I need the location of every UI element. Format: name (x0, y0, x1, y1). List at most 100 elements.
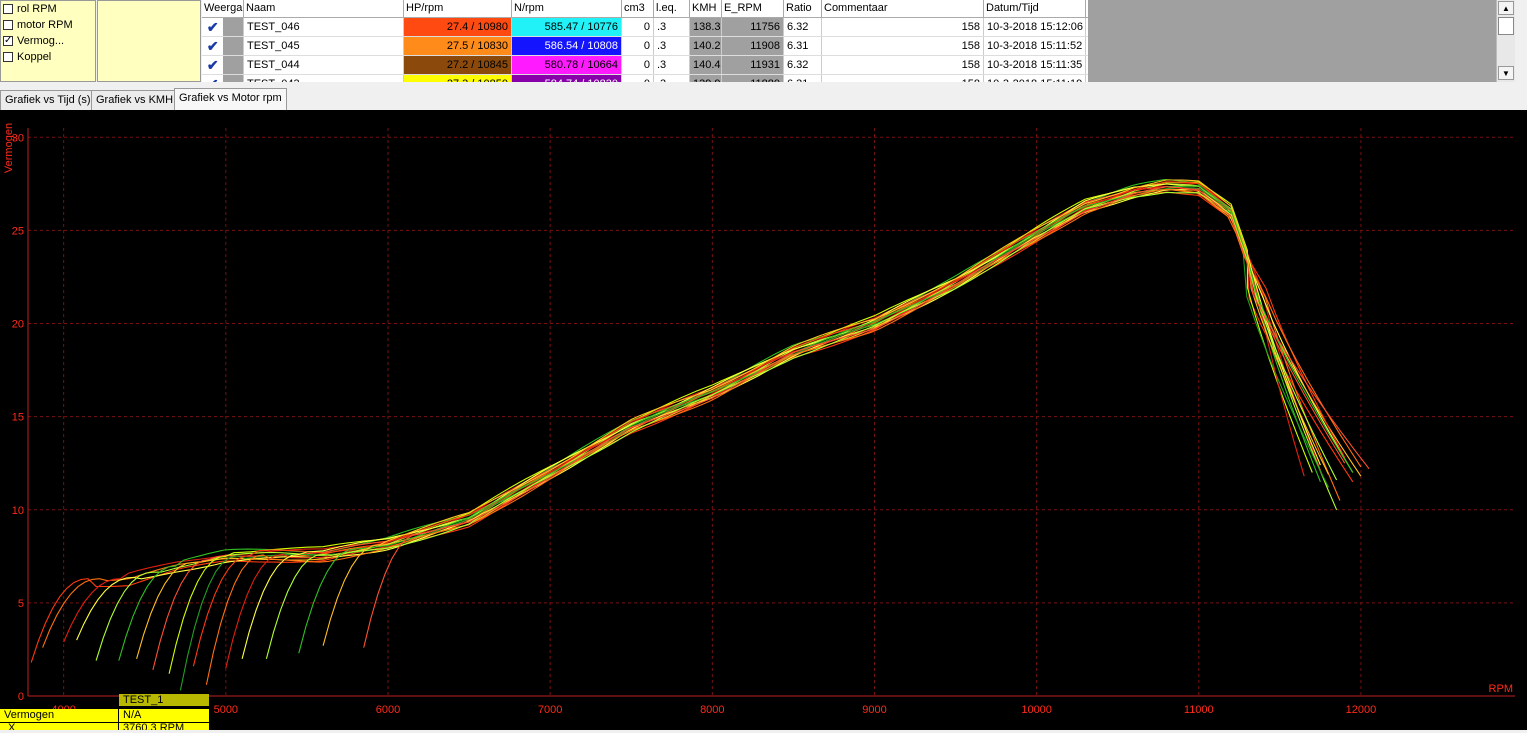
table-row[interactable]: ✔ TEST_044 27.2 / 10845 580.78 / 10664 0.3 14… (202, 56, 1088, 75)
channel-option[interactable]: rol RPM (1, 1, 95, 17)
checkbox-icon[interactable] (3, 52, 13, 62)
table-cell: 140.2 (690, 37, 722, 55)
table-row[interactable]: ✔ TEST_04327.3 / 10850584.74 / 108300.313… (202, 75, 1088, 82)
x-tick-label: 10000 (1021, 704, 1052, 716)
column-header[interactable]: KMH (690, 0, 722, 17)
column-header[interactable]: E_RPM (722, 0, 784, 17)
table-cell: 11908 (722, 37, 784, 55)
channel-option[interactable]: ✓ Vermog... (1, 33, 95, 49)
scroll-up-icon[interactable]: ▲ (1498, 1, 1514, 15)
tab-bar: Grafiek vs Tijd (s) Grafiek vs KMH Grafiek… (0, 88, 1527, 111)
color-swatch (223, 56, 243, 74)
selector-spacer (97, 0, 201, 82)
series-line (225, 185, 1305, 669)
x-tick-label: 11000 (1184, 704, 1214, 716)
column-header[interactable]: cm3 (622, 0, 654, 17)
table-cell: 0 (622, 18, 654, 36)
table-cell: 139.9 (690, 75, 722, 82)
series-line (95, 183, 1338, 661)
check-icon[interactable]: ✔ (202, 75, 223, 82)
series-line (30, 191, 1354, 663)
series-line (265, 191, 1338, 659)
channel-option-label: Vermog... (17, 35, 65, 47)
tab-time[interactable]: Grafiek vs Tijd (s) (0, 90, 96, 110)
series-line (298, 185, 1354, 654)
y-tick-label: 25 (12, 225, 24, 237)
tab-kmh[interactable]: Grafiek vs KMH (91, 90, 179, 110)
table-cell: 585.47 / 10776 (512, 18, 622, 36)
check-icon[interactable]: ✔ (202, 18, 223, 36)
table-cell: 6.31 (784, 37, 822, 55)
checkbox-icon[interactable] (3, 4, 13, 14)
x-tick-label: 7000 (538, 704, 562, 716)
column-header[interactable]: l.eq. (654, 0, 690, 17)
legend-value: N/A (119, 709, 209, 722)
y-axis-label: Vermogen (3, 123, 15, 173)
checkbox-checked-icon[interactable]: ✓ (3, 36, 13, 46)
tab-motor-rpm[interactable]: Grafiek vs Motor rpm (174, 88, 287, 110)
column-header[interactable]: Naam (244, 0, 404, 17)
power-chart[interactable]: 4000500060007000800090001000011000120000… (0, 110, 1527, 730)
table-header: Weerga Naam HP/rpm N/rpm cm3 l.eq. KMH E_RPM Rat… (202, 0, 1088, 18)
color-swatch (223, 75, 243, 82)
table-cell: 158 (822, 75, 984, 82)
channel-selector: rol RPM motor RPM ✓ Vermog... Koppel (0, 0, 96, 82)
check-icon[interactable]: ✔ (202, 37, 223, 55)
column-header[interactable]: Weerga (202, 0, 244, 17)
table-cell: 586.54 / 10808 (512, 37, 622, 55)
channel-option-label: rol RPM (17, 3, 57, 15)
table-cell: TEST_044 (244, 56, 404, 74)
show-toggle[interactable]: ✔ (202, 18, 244, 36)
channel-option[interactable]: Koppel (1, 49, 95, 65)
check-icon[interactable]: ✔ (202, 56, 223, 74)
x-axis-label: RPM (1489, 683, 1513, 695)
table-cell: .3 (654, 18, 690, 36)
table-row[interactable]: ✔ TEST_045 27.5 / 10830 586.54 / 10808 0.3 14… (202, 37, 1088, 56)
column-header[interactable]: Datum/Tijd (984, 0, 1086, 17)
channel-option-label: Koppel (17, 51, 52, 63)
table-cell: .3 (654, 37, 690, 55)
channel-option[interactable]: motor RPM (1, 17, 95, 33)
table-cell: 158 (822, 18, 984, 36)
data-panel: rol RPM motor RPM ✓ Vermog... Koppel Weerga N… (0, 0, 1527, 84)
table-cell: 11880 (722, 75, 784, 82)
table-cell: 0 (622, 56, 654, 74)
column-header[interactable]: N/rpm (512, 0, 622, 17)
y-tick-label: 20 (12, 319, 24, 331)
column-header[interactable]: Commentaar (822, 0, 984, 17)
table-cell: 11931 (722, 56, 784, 74)
table-cell: 27.5 / 10830 (404, 37, 512, 55)
show-toggle[interactable]: ✔ (202, 56, 244, 74)
series-line (76, 189, 1354, 641)
table-cell: 0 (622, 37, 654, 55)
table-cell: 158 (822, 56, 984, 74)
table-cell: 10-3-2018 15:11:19 (984, 75, 1086, 82)
y-tick-label: 15 (12, 412, 24, 424)
scroll-down-icon[interactable]: ▼ (1498, 66, 1514, 80)
table-cell: TEST_045 (244, 37, 404, 55)
table-empty-area (1088, 0, 1496, 82)
table-cell: TEST_043 (244, 75, 404, 82)
legend-x-label: X (0, 723, 118, 730)
table-body: ✔ TEST_046 27.4 / 10980 585.47 / 10776 0.3 13… (202, 18, 1088, 82)
color-swatch (223, 18, 243, 36)
table-cell: 584.74 / 10830 (512, 75, 622, 82)
y-tick-label: 5 (18, 598, 24, 610)
show-toggle[interactable]: ✔ (202, 37, 244, 55)
show-toggle[interactable]: ✔ (202, 75, 244, 82)
series-line (168, 181, 1313, 674)
legend-series-label: TEST_1 (119, 694, 209, 706)
y-tick-label: 10 (12, 505, 24, 517)
table-row[interactable]: ✔ TEST_046 27.4 / 10980 585.47 / 10776 0.3 13… (202, 18, 1088, 37)
table-cell: 10-3-2018 15:12:06 (984, 18, 1086, 36)
scroll-thumb[interactable] (1498, 17, 1514, 35)
column-header[interactable]: HP/rpm (404, 0, 512, 17)
color-swatch (223, 37, 243, 55)
series-line (136, 188, 1362, 659)
checkbox-icon[interactable] (3, 20, 13, 30)
chart-svg[interactable]: 4000500060007000800090001000011000120000… (0, 110, 1527, 730)
table-scrollbar[interactable]: ▲ ▼ (1496, 0, 1515, 82)
series-line (152, 185, 1346, 671)
column-header[interactable]: Ratio (784, 0, 822, 17)
legend-quantity: Vermogen (0, 709, 118, 722)
